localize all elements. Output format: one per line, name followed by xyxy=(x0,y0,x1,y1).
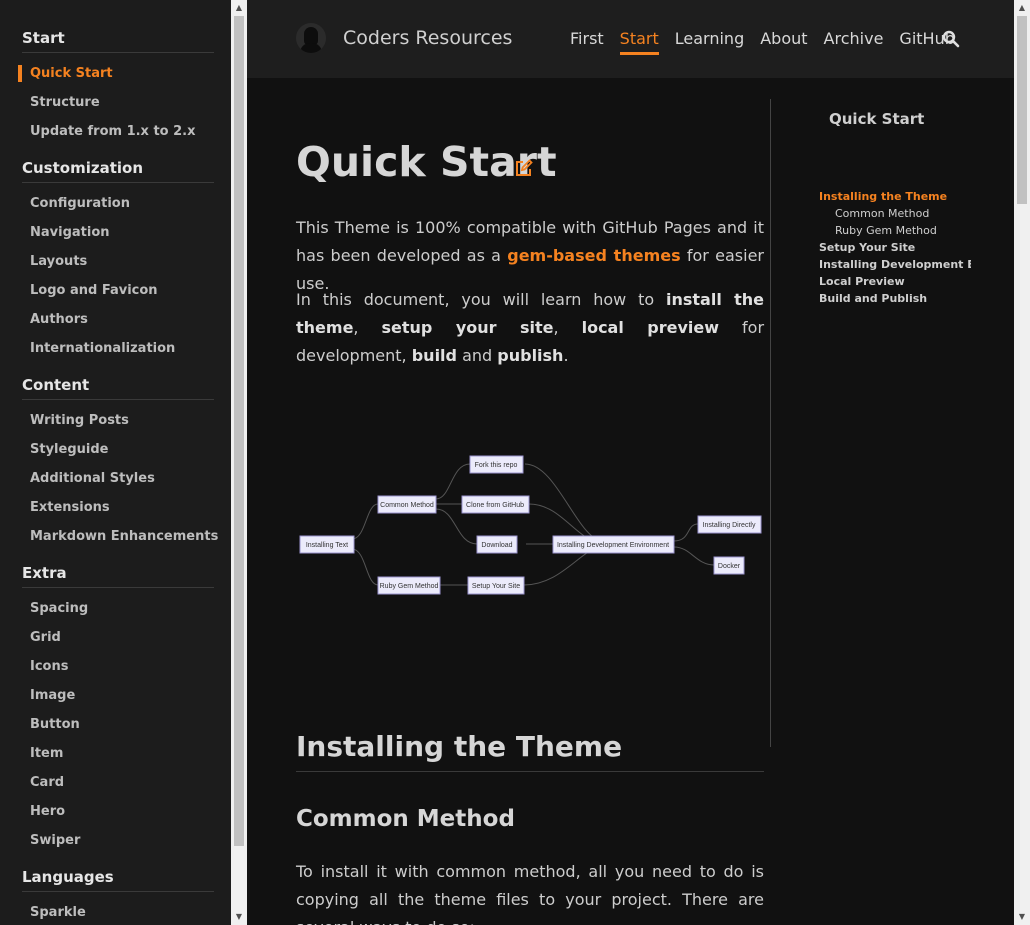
sidebar-item-icons[interactable]: Icons xyxy=(22,652,214,681)
toc-item-installing-theme[interactable]: Installing the Theme xyxy=(819,188,971,205)
sidebar-section-start: Start Quick Start Structure Update from … xyxy=(18,23,214,153)
sidebar-item-logo-favicon[interactable]: Logo and Favicon xyxy=(22,276,214,305)
subsection-heading-common-method: Common Method xyxy=(296,806,515,832)
intro-text: , xyxy=(353,318,382,337)
gem-based-themes-link[interactable]: gem-based themes xyxy=(507,246,680,265)
sidebar-item-additional-styles[interactable]: Additional Styles xyxy=(22,464,214,493)
sidebar-item-authors[interactable]: Authors xyxy=(22,305,214,334)
bold-text: build xyxy=(411,346,457,365)
sidebar-section-extra: Extra Spacing Grid Icons Image Button It… xyxy=(22,558,214,862)
sidebar-item-button[interactable]: Button xyxy=(22,710,214,739)
sidebar-item-layouts[interactable]: Layouts xyxy=(22,247,214,276)
node-installing-text: Installing Text xyxy=(306,542,348,549)
scroll-down-arrow-icon[interactable]: ▼ xyxy=(231,909,247,925)
common-method-paragraph: To install it with common method, all yo… xyxy=(296,862,764,925)
intro-paragraph-2: In this document, you will learn how to … xyxy=(296,286,764,370)
sidebar-item-extensions[interactable]: Extensions xyxy=(22,493,214,522)
section-heading-installing: Installing the Theme xyxy=(296,730,764,772)
intro-text: , xyxy=(553,318,582,337)
toc-item-setup-site[interactable]: Setup Your Site xyxy=(819,239,971,256)
node-setup-site: Setup Your Site xyxy=(472,583,520,590)
sidebar-item-swiper[interactable]: Swiper xyxy=(22,826,214,855)
sidebar-section-title: Customization xyxy=(22,153,214,183)
sidebar-section-title: Start xyxy=(22,23,214,53)
nav-item-about[interactable]: About xyxy=(760,29,807,55)
nav-item-learning[interactable]: Learning xyxy=(675,29,744,55)
bold-text: publish xyxy=(497,346,564,365)
table-of-contents: Quick Start Installing the Theme Common … xyxy=(819,110,971,307)
sidebar-item-navigation[interactable]: Navigation xyxy=(22,218,214,247)
toc-title: Quick Start xyxy=(829,110,925,128)
toc-divider xyxy=(770,99,771,747)
page-scrollbar-thumb[interactable] xyxy=(1017,16,1027,204)
sidebar-item-configuration[interactable]: Configuration xyxy=(22,189,214,218)
sidebar-item-grid[interactable]: Grid xyxy=(22,623,214,652)
sidebar-item-card[interactable]: Card xyxy=(22,768,214,797)
sidebar-item-spacing[interactable]: Spacing xyxy=(22,594,214,623)
intro-text: and xyxy=(456,346,498,365)
sidebar-item-i18n[interactable]: Internationalization xyxy=(22,334,214,363)
scroll-up-arrow-icon[interactable]: ▲ xyxy=(231,0,247,16)
search-icon[interactable] xyxy=(942,30,960,48)
nav-item-archive[interactable]: Archive xyxy=(824,29,884,55)
node-dev-environment: Installing Development Environment xyxy=(557,542,669,549)
sidebar-scrollbar-thumb[interactable] xyxy=(234,16,244,846)
toc-item-common-method[interactable]: Common Method xyxy=(819,205,971,222)
sidebar-item-structure[interactable]: Structure xyxy=(22,88,214,117)
sidebar: Start Quick Start Structure Update from … xyxy=(0,0,231,925)
sidebar-section-title: Content xyxy=(22,370,214,400)
sidebar-item-writing-posts[interactable]: Writing Posts xyxy=(22,406,214,435)
site-title[interactable]: Coders Resources xyxy=(343,27,512,49)
bold-text: local preview xyxy=(581,318,720,337)
node-ruby-gem-method: Ruby Gem Method xyxy=(380,583,439,590)
diagram-edges xyxy=(351,463,715,586)
toc-item-dev-environment[interactable]: Installing Development Envir xyxy=(819,256,971,273)
nav-item-first[interactable]: First xyxy=(570,29,604,55)
node-fork-repo: Fork this repo xyxy=(475,462,518,469)
sidebar-item-styleguide[interactable]: Styleguide xyxy=(22,435,214,464)
nav-item-start[interactable]: Start xyxy=(619,29,659,55)
sidebar-section-languages: Languages Sparkle xyxy=(22,862,214,925)
intro-text: . xyxy=(563,346,569,365)
node-download: Download xyxy=(481,542,512,549)
node-installing-directly: Installing Directly xyxy=(703,522,756,529)
scroll-down-arrow-icon[interactable]: ▼ xyxy=(1014,909,1030,925)
node-docker: Docker xyxy=(718,563,741,570)
sidebar-item-image[interactable]: Image xyxy=(22,681,214,710)
sidebar-section-title: Languages xyxy=(22,862,214,892)
sidebar-item-update[interactable]: Update from 1.x to 2.x xyxy=(22,117,214,146)
sidebar-item-quick-start[interactable]: Quick Start xyxy=(18,59,214,88)
sidebar-item-sparkle[interactable]: Sparkle xyxy=(22,898,214,925)
sidebar-item-markdown[interactable]: Markdown Enhancements xyxy=(22,522,218,551)
node-clone-github: Clone from GitHub xyxy=(466,502,524,509)
top-nav: First Start Learning About Archive GitHu… xyxy=(570,29,971,55)
main-area: Coders Resources First Start Learning Ab… xyxy=(247,0,1014,925)
sidebar-section-title: Extra xyxy=(22,558,214,588)
sidebar-item-hero[interactable]: Hero xyxy=(22,797,214,826)
node-common-method: Common Method xyxy=(380,502,434,509)
toc-item-build-publish[interactable]: Build and Publish xyxy=(819,290,971,307)
site-header: Coders Resources First Start Learning Ab… xyxy=(247,0,1014,78)
diagram-nodes: Installing Text Common Method Ruby Gem M… xyxy=(299,455,762,595)
sidebar-section-customization: Customization Configuration Navigation L… xyxy=(22,153,214,370)
scroll-up-arrow-icon[interactable]: ▲ xyxy=(1014,0,1030,16)
sidebar-item-item[interactable]: Item xyxy=(22,739,214,768)
toc-item-local-preview[interactable]: Local Preview xyxy=(819,273,971,290)
site-logo[interactable] xyxy=(296,23,326,53)
edit-icon[interactable] xyxy=(514,158,534,178)
sidebar-scrollbar[interactable]: ▲ ▼ xyxy=(231,0,247,925)
intro-text: In this document, you will learn how to xyxy=(296,290,666,309)
installation-flow-diagram: Installing Text Common Method Ruby Gem M… xyxy=(299,455,762,595)
bold-text: setup your site xyxy=(381,318,554,337)
toc-item-ruby-gem-method[interactable]: Ruby Gem Method xyxy=(819,222,971,239)
page-scrollbar[interactable]: ▲ ▼ xyxy=(1014,0,1030,925)
sidebar-section-content: Content Writing Posts Styleguide Additio… xyxy=(22,370,218,558)
